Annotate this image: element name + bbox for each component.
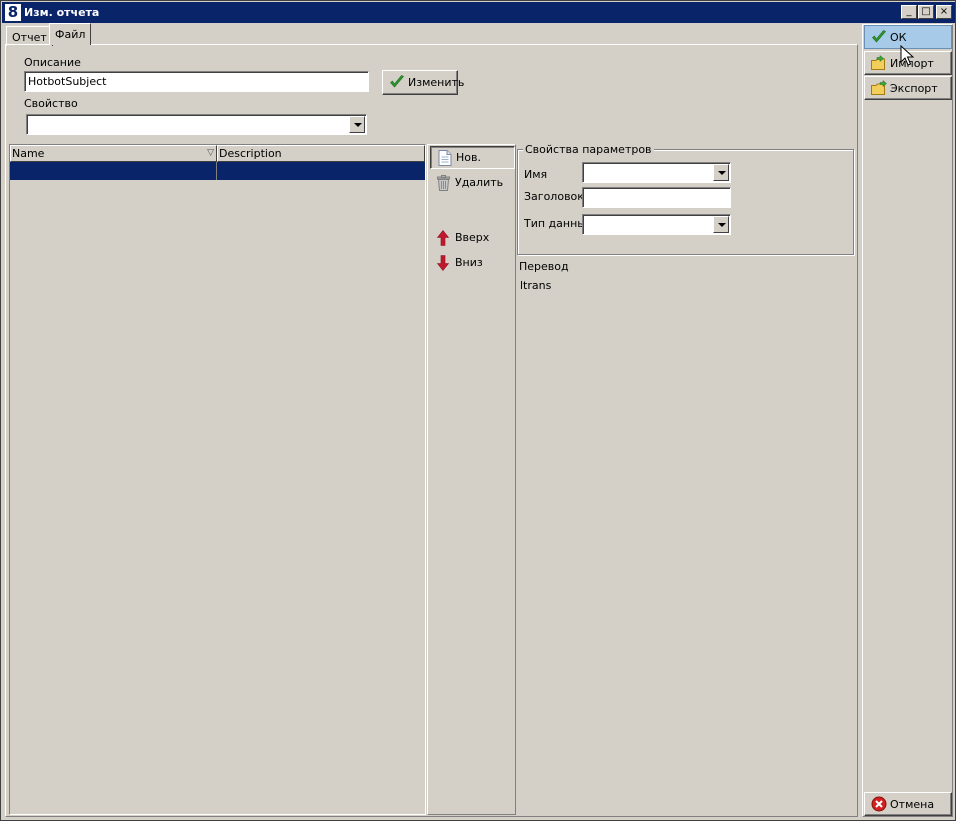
parameter-properties-title: Свойства параметров bbox=[523, 143, 654, 156]
column-header-description[interactable]: Description bbox=[217, 145, 425, 162]
delete-button-label: Удалить bbox=[455, 176, 504, 189]
report-edit-window: 8 Изм. отчета _ □ × Отчет Файл Описание … bbox=[0, 0, 956, 821]
column-divider bbox=[216, 162, 217, 180]
row-actions-panel: Нов. Удалить Вверх Вниз bbox=[427, 144, 516, 815]
window-title: Изм. отчета bbox=[24, 6, 100, 19]
param-name-label: Имя bbox=[524, 168, 548, 181]
chevron-down-icon[interactable] bbox=[713, 216, 729, 233]
property-label: Свойство bbox=[24, 97, 78, 110]
sort-indicator-icon: ▽ bbox=[207, 148, 214, 158]
folder-import-icon bbox=[871, 55, 885, 70]
change-button[interactable]: Изменить bbox=[382, 70, 464, 95]
property-select[interactable] bbox=[26, 114, 367, 135]
parameter-properties-group: Свойства параметров Имя Заголовок Тип да… bbox=[517, 143, 854, 255]
cancel-button-label: Отмена bbox=[890, 798, 935, 811]
app-logo-icon: 8 bbox=[5, 4, 21, 21]
column-header-description-label: Description bbox=[219, 147, 282, 160]
table-row[interactable] bbox=[10, 162, 425, 180]
folder-export-icon bbox=[871, 80, 887, 95]
title-bar[interactable]: 8 Изм. отчета _ □ × bbox=[2, 2, 955, 23]
param-header-label: Заголовок bbox=[524, 190, 584, 203]
maximize-button[interactable]: □ bbox=[918, 5, 934, 19]
new-button-label: Нов. bbox=[456, 151, 481, 164]
parameters-table[interactable]: Name ▽ Description bbox=[9, 144, 426, 815]
right-toolbar: ОК Импорт Экспорт Отмена bbox=[862, 24, 953, 817]
cancel-button[interactable]: Отмена bbox=[864, 792, 952, 816]
mouse-cursor-icon bbox=[900, 45, 914, 66]
move-up-button[interactable]: Вверх bbox=[430, 227, 515, 250]
description-input[interactable]: HotbotSubject bbox=[24, 71, 369, 92]
param-datatype-select[interactable] bbox=[582, 214, 731, 235]
new-document-icon bbox=[438, 150, 452, 166]
arrow-up-icon bbox=[437, 230, 449, 246]
export-button[interactable]: Экспорт bbox=[864, 76, 952, 100]
translation-label: Перевод bbox=[519, 260, 569, 273]
new-button[interactable]: Нов. bbox=[430, 146, 515, 169]
minimize-button[interactable]: _ bbox=[901, 5, 917, 19]
column-header-name-label: Name bbox=[12, 147, 45, 160]
export-button-label: Экспорт bbox=[890, 82, 938, 95]
translation-value[interactable]: ltrans bbox=[520, 279, 551, 292]
tab-file[interactable]: Файл bbox=[49, 23, 92, 45]
move-down-button-label: Вниз bbox=[455, 256, 483, 269]
ok-button-label: ОК bbox=[890, 31, 907, 44]
move-down-button[interactable]: Вниз bbox=[430, 252, 515, 275]
checkmark-icon bbox=[390, 75, 404, 88]
close-button[interactable]: × bbox=[936, 5, 952, 19]
delete-button[interactable]: Удалить bbox=[430, 172, 515, 195]
arrow-down-icon bbox=[437, 255, 449, 271]
move-up-button-label: Вверх bbox=[455, 231, 490, 244]
param-name-select[interactable] bbox=[582, 162, 731, 183]
param-header-input[interactable] bbox=[582, 187, 731, 208]
chevron-down-icon[interactable] bbox=[713, 164, 729, 181]
tab-report[interactable]: Отчет bbox=[6, 26, 53, 46]
chevron-down-icon[interactable] bbox=[349, 116, 365, 133]
cancel-icon bbox=[871, 796, 887, 812]
description-label: Описание bbox=[24, 56, 81, 69]
change-button-label: Изменить bbox=[408, 76, 465, 89]
checkmark-icon bbox=[872, 30, 886, 43]
column-header-name[interactable]: Name ▽ bbox=[10, 145, 217, 162]
trash-icon bbox=[437, 175, 450, 191]
